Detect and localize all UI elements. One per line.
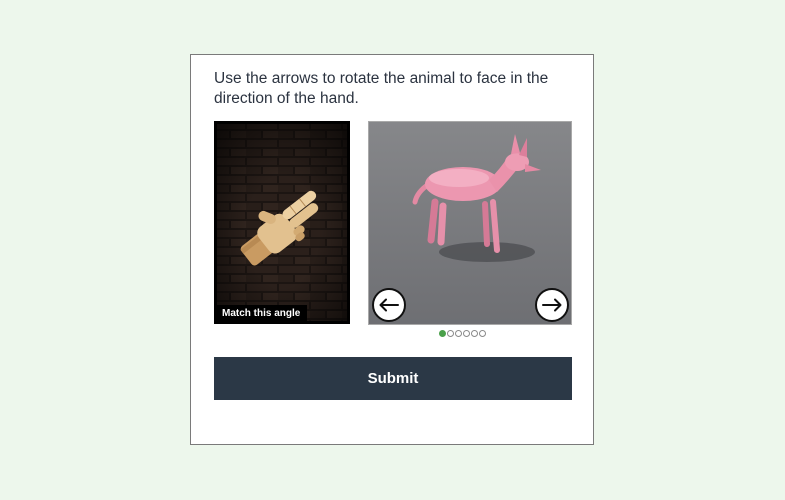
pagination-dot[interactable] (463, 330, 470, 337)
arrow-right-icon (542, 298, 562, 312)
reference-hand-panel: Match this angle (214, 121, 350, 324)
pagination-dot[interactable] (439, 330, 446, 337)
pagination-dot[interactable] (455, 330, 462, 337)
captcha-card: Use the arrows to rotate the animal to f… (190, 54, 594, 445)
animal-rotation-panel (368, 121, 572, 325)
pagination-dot[interactable] (479, 330, 486, 337)
pointing-hand-image (214, 121, 350, 324)
pagination-dots (439, 330, 486, 337)
pagination-dot[interactable] (447, 330, 454, 337)
instructions-text: Use the arrows to rotate the animal to f… (214, 70, 549, 107)
rotate-right-button[interactable] (535, 288, 569, 322)
rotate-left-button[interactable] (372, 288, 406, 322)
submit-button[interactable]: Submit (214, 357, 572, 400)
arrow-left-icon (379, 298, 399, 312)
pagination-dot[interactable] (471, 330, 478, 337)
match-angle-label: Match this angle (216, 305, 308, 322)
